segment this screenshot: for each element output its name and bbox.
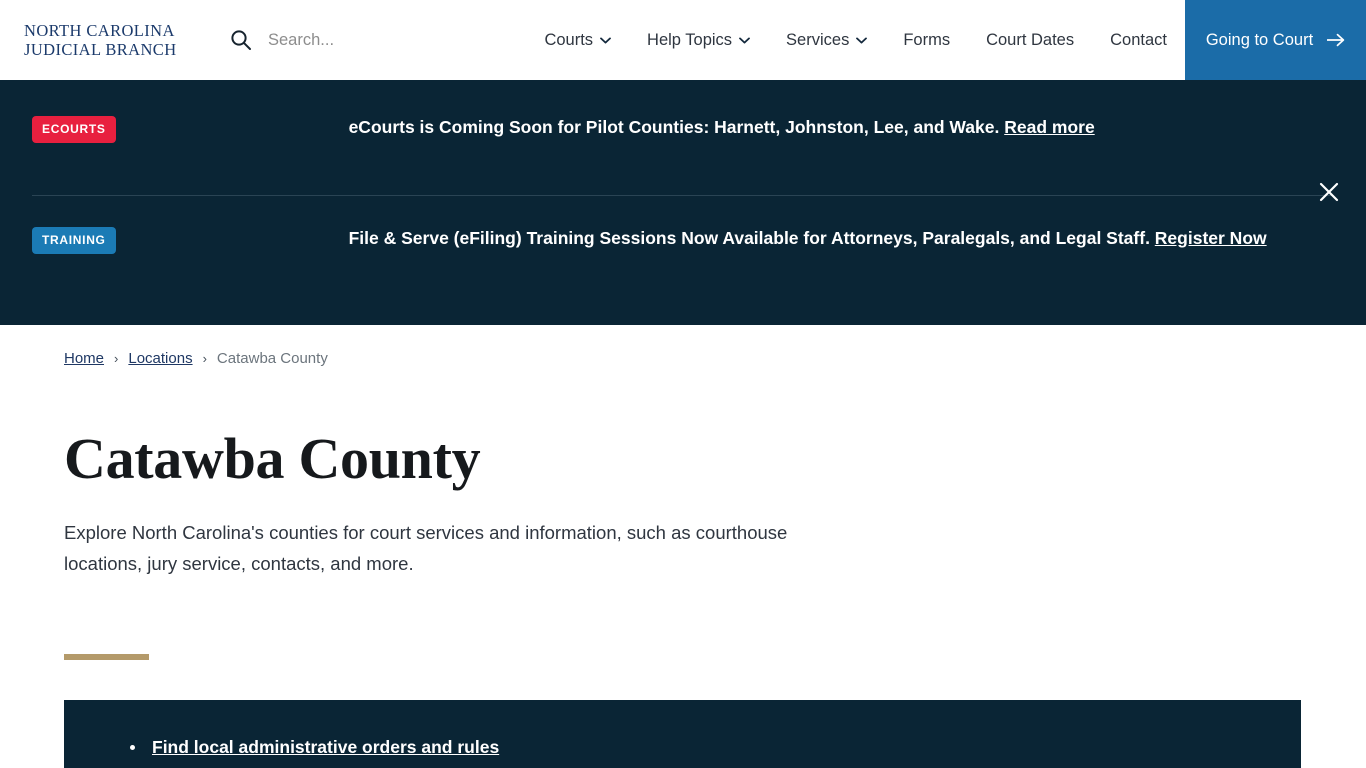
site-logo[interactable]: NORTH CAROLINA JUDICIAL BRANCH <box>24 21 200 59</box>
site-header: NORTH CAROLINA JUDICIAL BRANCH Courts He… <box>0 0 1366 80</box>
nav-label-services: Services <box>786 30 850 49</box>
breadcrumb-item-current: Catawba County <box>216 350 328 367</box>
breadcrumb: Home › Locations › Catawba County <box>64 325 1302 367</box>
page-title: Catawba County <box>64 426 481 491</box>
nav-item-contact[interactable]: Contact <box>1092 0 1185 80</box>
alert-item-ecourts: ECOURTS eCourts is Coming Soon for Pilot… <box>32 80 1334 195</box>
local-links-list: Find local administrative orders and rul… <box>128 732 1261 768</box>
alert-badge-ecourts: ECOURTS <box>32 116 116 143</box>
alert-text-training: File & Serve (eFiling) Training Sessions… <box>116 224 1267 253</box>
nav-label-help-topics: Help Topics <box>647 30 733 49</box>
nav-item-court-dates[interactable]: Court Dates <box>968 0 1092 80</box>
going-to-court-button[interactable]: Going to Court <box>1185 0 1366 80</box>
arrow-right-icon <box>1327 33 1345 47</box>
local-links-panel: Find local administrative orders and rul… <box>64 700 1301 768</box>
chevron-down-icon <box>856 36 868 44</box>
nav-label-contact: Contact <box>1110 30 1167 49</box>
logo-line-2: JUDICIAL BRANCH <box>24 40 177 59</box>
breadcrumb-item-locations[interactable]: Locations <box>128 350 192 367</box>
search-icon[interactable] <box>230 29 252 51</box>
breadcrumb-item-home[interactable]: Home <box>64 350 104 367</box>
nav-label-court-dates: Court Dates <box>986 30 1075 49</box>
close-icon[interactable] <box>1314 177 1344 207</box>
alert-badge-training: TRAINING <box>32 227 116 254</box>
breadcrumb-separator-icon: › <box>202 351 207 366</box>
chevron-down-icon <box>600 36 611 44</box>
list-item: Find local administrative orders and rul… <box>128 732 1261 763</box>
nav-item-forms[interactable]: Forms <box>885 0 968 80</box>
main-content: Home › Locations › Catawba County Catawb… <box>0 325 1366 768</box>
going-to-court-label: Going to Court <box>1205 30 1314 49</box>
page-description: Explore North Carolina's counties for co… <box>64 522 788 574</box>
alert-link-read-more[interactable]: Read more <box>1004 117 1094 137</box>
nav-label-courts: Courts <box>544 30 594 49</box>
alert-message-ecourts: eCourts is Coming Soon for Pilot Countie… <box>348 117 1005 137</box>
breadcrumb-separator-icon: › <box>114 351 119 366</box>
main-navigation: Courts Help Topics Services Forms Court … <box>526 0 1366 80</box>
link-local-administrative-orders[interactable]: Find local administrative orders and rul… <box>152 737 499 757</box>
alert-message-training: File & Serve (eFiling) Training Sessions… <box>348 228 1155 248</box>
accent-divider <box>64 654 149 660</box>
nav-item-help-topics[interactable]: Help Topics <box>629 0 768 80</box>
alert-text-ecourts: eCourts is Coming Soon for Pilot Countie… <box>116 113 1095 142</box>
alert-banner: ECOURTS eCourts is Coming Soon for Pilot… <box>0 80 1366 325</box>
nav-label-forms: Forms <box>903 30 951 49</box>
logo-line-1: NORTH CAROLINA <box>24 21 175 40</box>
search-area <box>230 20 498 60</box>
chevron-down-icon <box>739 36 750 44</box>
nav-item-services[interactable]: Services <box>768 0 885 80</box>
nav-item-courts[interactable]: Courts <box>526 0 629 80</box>
alert-link-register-now[interactable]: Register Now <box>1155 228 1267 248</box>
search-input[interactable] <box>268 30 498 50</box>
alert-item-training: TRAINING File & Serve (eFiling) Training… <box>32 196 1334 326</box>
